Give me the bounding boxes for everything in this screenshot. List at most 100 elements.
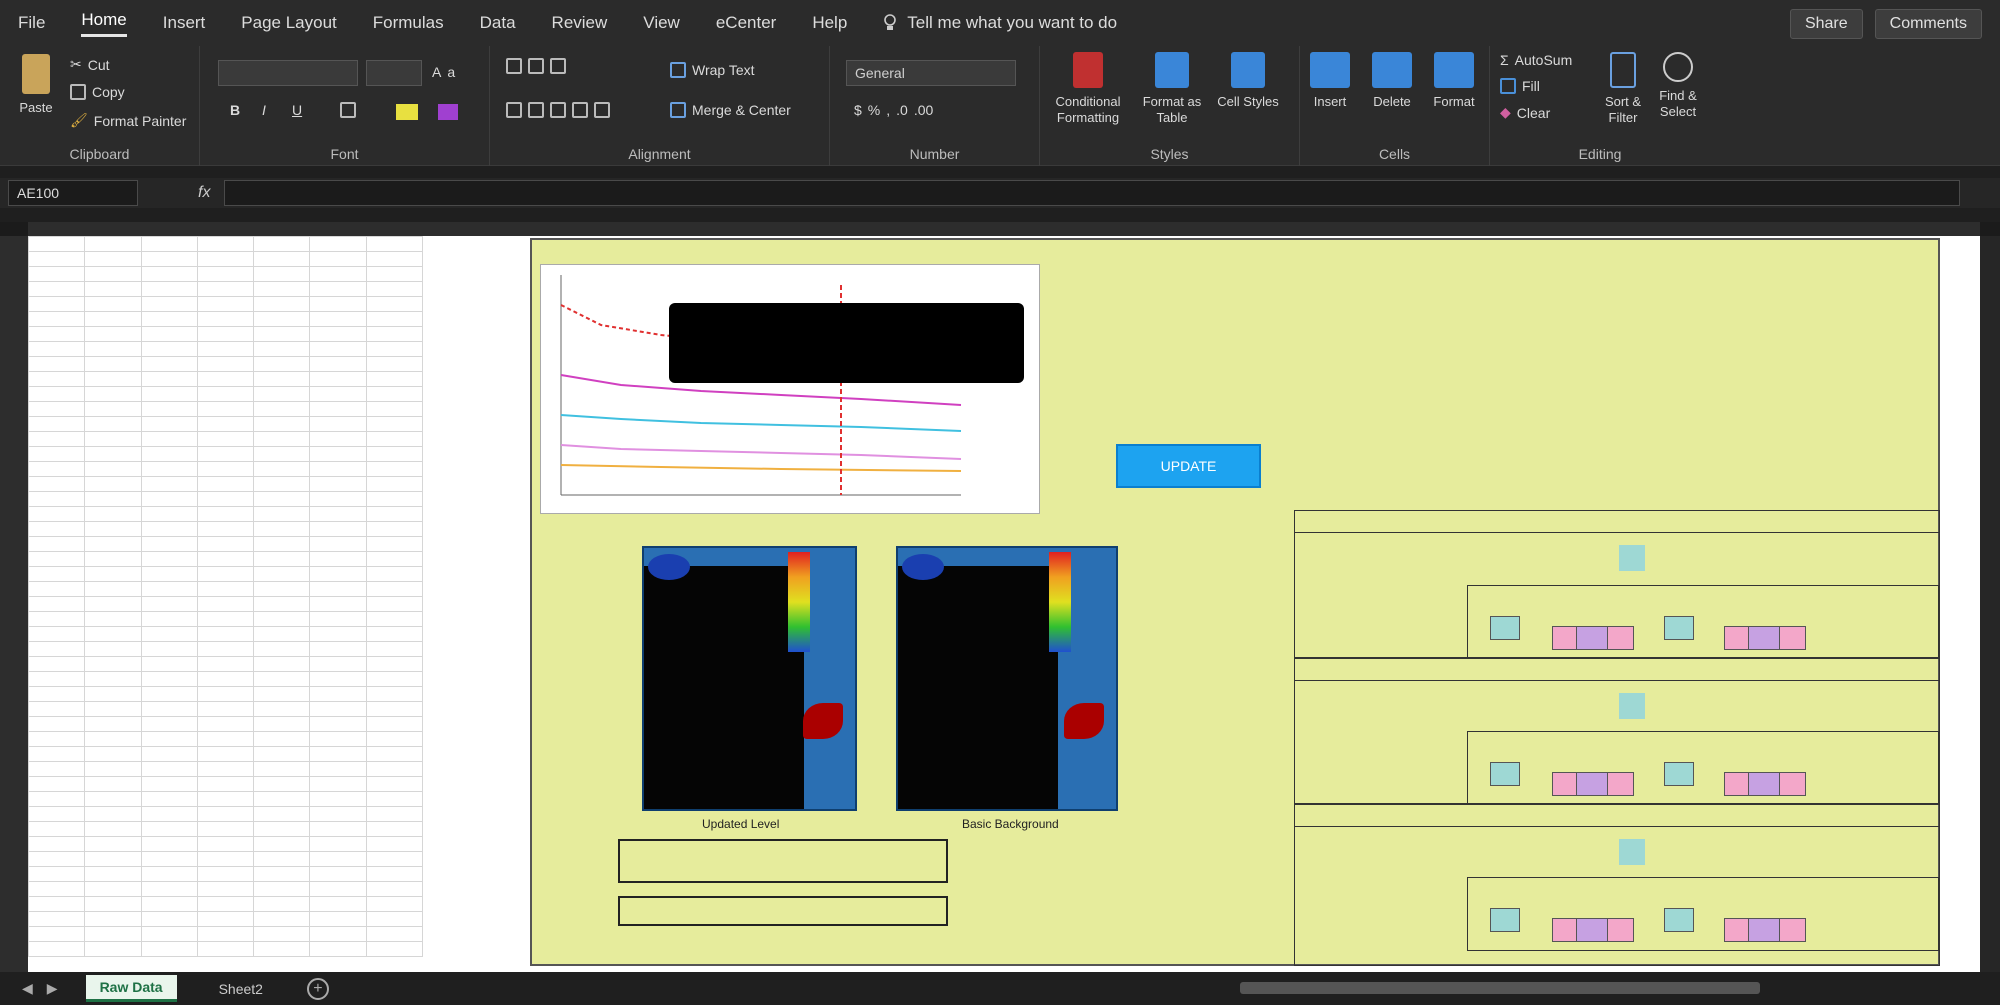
table-cell[interactable] [365, 821, 424, 837]
table-row[interactable] [28, 446, 424, 462]
table-cell[interactable] [196, 326, 255, 342]
menu-insert[interactable]: Insert [163, 13, 206, 33]
table-cell[interactable] [365, 866, 424, 882]
table-cell[interactable] [365, 716, 424, 732]
table-cell[interactable] [196, 371, 255, 387]
table-cell[interactable] [28, 851, 86, 867]
table-cell[interactable] [196, 671, 255, 687]
table-cell[interactable] [309, 236, 367, 252]
table-cell[interactable] [28, 566, 86, 582]
table-cell[interactable] [84, 506, 142, 522]
table-cell[interactable] [253, 731, 311, 747]
table-cell[interactable] [84, 521, 142, 537]
table-cell[interactable] [84, 671, 142, 687]
table-cell[interactable] [84, 416, 142, 432]
table-cell[interactable] [140, 881, 198, 897]
table-row[interactable] [28, 716, 424, 732]
table-cell[interactable] [140, 626, 198, 642]
table-cell[interactable] [140, 761, 198, 777]
table-cell[interactable] [84, 911, 142, 927]
table-cell[interactable] [365, 521, 424, 537]
table-cell[interactable] [140, 926, 198, 942]
table-row[interactable] [28, 281, 424, 297]
table-cell[interactable] [196, 431, 255, 447]
menu-data[interactable]: Data [480, 13, 516, 33]
worksheet-grid[interactable]: UPDATE Updated Level Basic Background [28, 236, 1980, 972]
table-cell[interactable] [196, 566, 255, 582]
table-cell[interactable] [253, 476, 311, 492]
clear-button[interactable]: ◆ Clear [1500, 104, 1550, 121]
table-cell[interactable] [140, 536, 198, 552]
table-cell[interactable] [253, 881, 311, 897]
autosum-button[interactable]: Σ AutoSum [1500, 52, 1572, 68]
table-row[interactable] [28, 806, 424, 822]
table-cell[interactable] [253, 761, 311, 777]
table-cell[interactable] [28, 656, 86, 672]
table-cell[interactable] [309, 851, 367, 867]
tell-me-search[interactable]: Tell me what you want to do [883, 13, 1117, 33]
table-cell[interactable] [28, 476, 86, 492]
table-cell[interactable] [365, 686, 424, 702]
table-cell[interactable] [84, 431, 142, 447]
table-cell[interactable] [196, 476, 255, 492]
table-cell[interactable] [309, 581, 367, 597]
table-cell[interactable] [253, 491, 311, 507]
table-cell[interactable] [253, 806, 311, 822]
table-cell[interactable] [365, 701, 424, 717]
table-cell[interactable] [84, 566, 142, 582]
table-cell[interactable] [196, 866, 255, 882]
table-cell[interactable] [253, 851, 311, 867]
table-cell[interactable] [84, 746, 142, 762]
table-cell[interactable] [365, 566, 424, 582]
name-box[interactable]: AE100 [8, 180, 138, 206]
table-cell[interactable] [84, 641, 142, 657]
delete-cells-button[interactable]: Delete [1362, 52, 1422, 110]
table-cell[interactable] [28, 461, 86, 477]
table-cell[interactable] [196, 266, 255, 282]
prev-sheet-arrow-icon[interactable]: ◀ [22, 980, 33, 997]
table-cell[interactable] [196, 686, 255, 702]
table-cell[interactable] [28, 521, 86, 537]
table-cell[interactable] [196, 836, 255, 852]
table-cell[interactable] [196, 611, 255, 627]
table-cell[interactable] [196, 731, 255, 747]
underline-button[interactable]: U [292, 102, 302, 118]
table-cell[interactable] [365, 476, 424, 492]
table-cell[interactable] [365, 236, 424, 252]
table-cell[interactable] [84, 386, 142, 402]
table-cell[interactable] [140, 686, 198, 702]
table-cell[interactable] [365, 851, 424, 867]
table-cell[interactable] [84, 836, 142, 852]
table-cell[interactable] [309, 566, 367, 582]
table-cell[interactable] [253, 701, 311, 717]
table-cell[interactable] [196, 881, 255, 897]
table-cell[interactable] [84, 401, 142, 417]
table-cell[interactable] [309, 491, 367, 507]
table-row[interactable] [28, 521, 424, 537]
table-cell[interactable] [140, 506, 198, 522]
table-cell[interactable] [28, 266, 86, 282]
table-cell[interactable] [253, 386, 311, 402]
tab-raw-data[interactable]: Raw Data [85, 975, 177, 1002]
table-cell[interactable] [84, 926, 142, 942]
table-cell[interactable] [253, 641, 311, 657]
table-cell[interactable] [309, 386, 367, 402]
table-cell[interactable] [140, 551, 198, 567]
table-cell[interactable] [196, 416, 255, 432]
table-cell[interactable] [196, 401, 255, 417]
table-cell[interactable] [140, 326, 198, 342]
table-cell[interactable] [84, 476, 142, 492]
table-row[interactable] [28, 731, 424, 747]
table-cell[interactable] [365, 371, 424, 387]
table-cell[interactable] [365, 881, 424, 897]
table-row[interactable] [28, 656, 424, 672]
table-cell[interactable] [196, 776, 255, 792]
table-cell[interactable] [309, 926, 367, 942]
table-row[interactable] [28, 701, 424, 717]
table-cell[interactable] [196, 311, 255, 327]
table-cell[interactable] [309, 281, 367, 297]
table-cell[interactable] [253, 536, 311, 552]
table-cell[interactable] [140, 776, 198, 792]
table-cell[interactable] [28, 686, 86, 702]
table-row[interactable] [28, 761, 424, 777]
